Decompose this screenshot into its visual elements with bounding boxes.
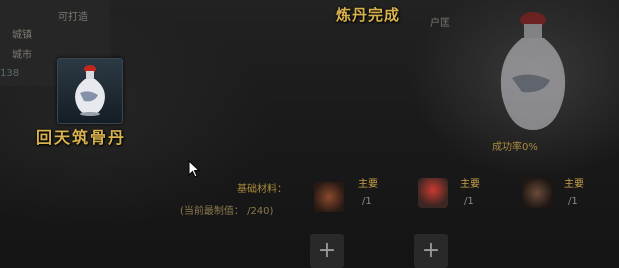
game-scene: 可打造 城镇 城市 138 户匡 炼丹完成 回天筑骨丹 成功率0% 基础材料： … [0, 0, 619, 268]
material-2-name: 主要 [460, 179, 480, 190]
large-vase-icon [500, 12, 566, 130]
alchemy-complete-title: 炼丹完成 [336, 6, 401, 24]
brown-pouch-icon[interactable] [314, 182, 344, 212]
success-rate: 成功率0% [492, 142, 538, 153]
faded-list-item-2[interactable]: 城市 [12, 46, 32, 61]
red-bottle-icon[interactable] [418, 178, 448, 208]
base-materials-label: 基础材料： [237, 184, 287, 195]
material-3-name: 主要 [564, 179, 584, 190]
material-1-count: /1 [362, 196, 372, 207]
craftable-label: 可打造 [58, 12, 88, 23]
crafted-item-name: 回天筑骨丹 [36, 128, 127, 147]
mouse-cursor-icon [188, 160, 200, 178]
material-1-name: 主要 [358, 179, 378, 190]
material-2-count: /1 [464, 196, 474, 207]
faded-list-item-1[interactable]: 城镇 [12, 26, 32, 41]
dark-herb-icon[interactable] [522, 178, 552, 208]
add-slot-button[interactable]: + [310, 234, 344, 268]
material-3-count: /1 [568, 196, 578, 207]
capacity-label: (当前最制值： /240) [180, 206, 274, 217]
crafted-item-slot[interactable] [57, 58, 123, 124]
porcelain-vase-icon [75, 65, 105, 116]
faded-tag: 户匡 [430, 18, 450, 29]
faded-list-item-3[interactable]: 138 [0, 68, 19, 79]
add-slot-button[interactable]: + [414, 234, 448, 268]
